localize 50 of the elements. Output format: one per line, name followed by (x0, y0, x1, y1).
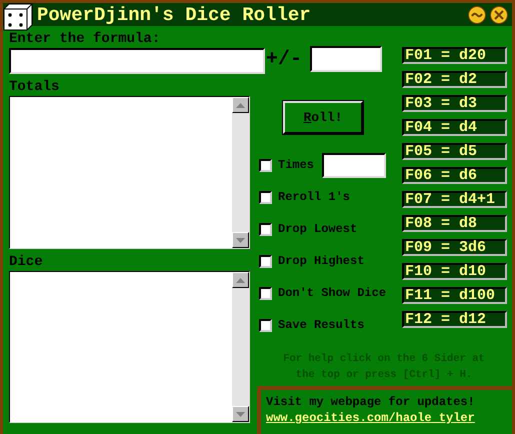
function-key-button[interactable]: F07 = d4+1 (402, 191, 507, 208)
up-arrow-icon (236, 102, 245, 108)
function-key-button[interactable]: F09 = 3d6 (402, 239, 507, 256)
function-key-button[interactable]: F03 = d3 (402, 95, 507, 112)
option-label: Reroll 1's (278, 190, 350, 204)
function-key-button[interactable]: F12 = d12 (402, 311, 507, 328)
tilde-icon (471, 10, 483, 18)
checkbox[interactable] (259, 286, 272, 300)
function-key-button[interactable]: F06 = d6 (402, 167, 507, 184)
option-label: Save Results (278, 318, 364, 332)
modifier-field[interactable] (310, 46, 382, 72)
plus-minus-label: +/- (266, 48, 302, 70)
function-key-button[interactable]: F02 = d2 (402, 71, 507, 88)
function-key-button[interactable]: F11 = d100 (402, 287, 507, 304)
window-title: PowerDjinn's Dice Roller (37, 4, 312, 26)
close-button[interactable] (490, 6, 508, 24)
option-label: Drop Lowest (278, 222, 358, 236)
scroll-down-button[interactable] (232, 232, 249, 248)
update-text: Visit my webpage for updates! (266, 395, 476, 409)
option-label: Drop Highest (278, 254, 364, 268)
scroll-up-button[interactable] (232, 272, 249, 288)
roll-button[interactable]: Roll! (283, 101, 363, 134)
webpage-link[interactable]: www.geocities.com/haole tyler (266, 411, 512, 425)
checkbox[interactable] (259, 190, 272, 204)
function-key-button[interactable]: F04 = d4 (402, 119, 507, 136)
close-icon (493, 8, 505, 20)
function-key-button[interactable]: F05 = d5 (402, 143, 507, 160)
formula-field[interactable] (9, 48, 265, 74)
field-label: Dice (9, 255, 43, 269)
option-label: Times (278, 158, 314, 172)
scrollbar[interactable] (232, 97, 249, 248)
down-arrow-icon (236, 238, 245, 242)
checkbox[interactable] (259, 318, 272, 332)
up-arrow-icon (236, 278, 245, 282)
scroll-up-button[interactable] (232, 97, 249, 113)
option-label: Don't Show Dice (278, 286, 386, 300)
function-key-button[interactable]: F08 = d8 (402, 215, 507, 232)
function-key-button[interactable]: F10 = d10 (402, 263, 507, 280)
checkbox[interactable] (259, 158, 272, 172)
down-arrow-icon (236, 412, 245, 416)
checkbox[interactable] (259, 222, 272, 236)
checkbox[interactable] (259, 254, 272, 268)
minimize-button[interactable] (468, 6, 486, 24)
field-label: Enter the formula: (9, 32, 160, 46)
scrollbar[interactable] (232, 272, 249, 422)
dice-icon[interactable] (3, 2, 33, 30)
field-label: Totals (9, 80, 60, 94)
times-field[interactable] (322, 152, 386, 178)
function-key-button[interactable]: F01 = d20 (402, 47, 507, 64)
scroll-down-button[interactable] (232, 406, 249, 422)
